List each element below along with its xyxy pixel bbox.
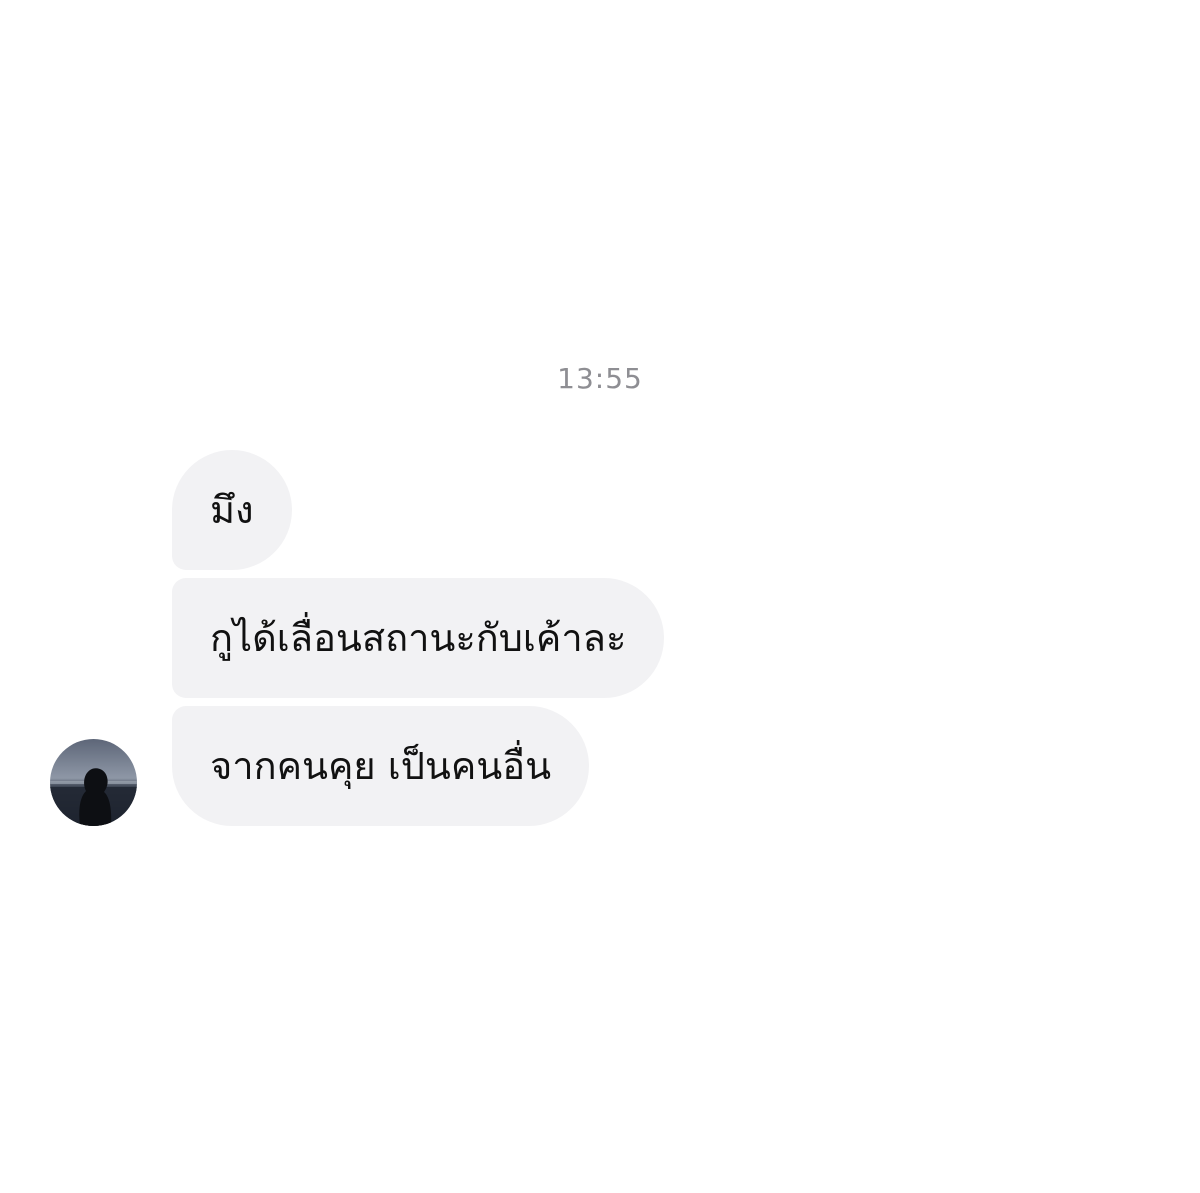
message-timestamp: 13:55: [557, 362, 643, 395]
avatar[interactable]: [50, 739, 137, 826]
profile-photo-silhouette-icon: [50, 739, 137, 826]
message-bubble[interactable]: มึง: [172, 450, 292, 570]
message-bubble[interactable]: กูได้เลื่อนสถานะกับเค้าละ: [172, 578, 665, 698]
chat-screen: 13:55 มึง กูได้เลื่อนสถานะกับเค้าละ จากค…: [0, 0, 1200, 1193]
message-bubble[interactable]: จากคนคุย เป็นคนอื่น: [172, 706, 590, 826]
message-group: มึง กูได้เลื่อนสถานะกับเค้าละ จากคนคุย เ…: [172, 450, 665, 826]
